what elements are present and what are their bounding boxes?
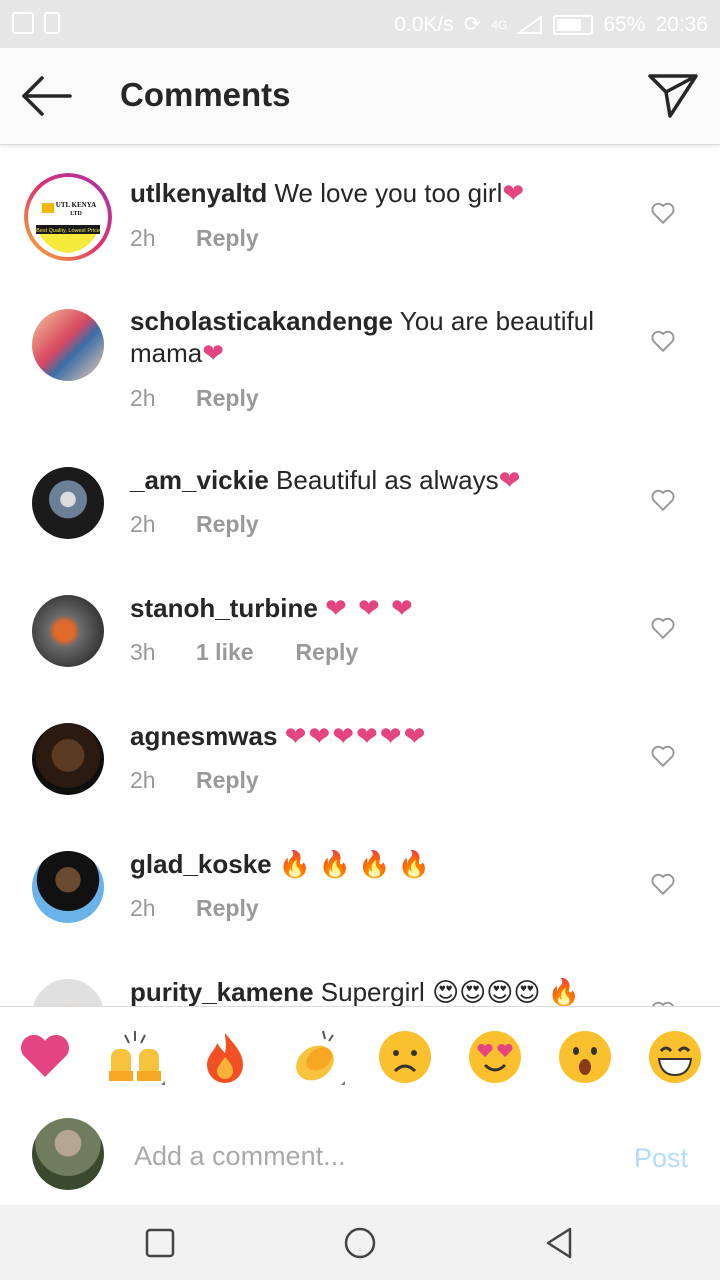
sync-icon: ⟳ xyxy=(463,13,482,36)
comment-time: 3h xyxy=(130,639,156,665)
heart-outline-icon[interactable] xyxy=(650,871,676,897)
app-header: Comments xyxy=(0,48,720,145)
comment-text: Beautiful as always xyxy=(276,465,499,495)
battery-icon xyxy=(553,14,594,35)
network-speed: 0.0K/s xyxy=(394,12,454,36)
comment-body: scholasticakandenge You are beautiful ma… xyxy=(130,305,630,369)
recent-apps-icon[interactable] xyxy=(142,1225,178,1261)
sad-face-emoji-icon[interactable] xyxy=(375,1027,435,1087)
comment-meta: 2h Reply xyxy=(130,767,259,794)
back-nav-icon[interactable] xyxy=(542,1225,578,1261)
comment-time: 2h xyxy=(130,385,156,411)
reply-button[interactable]: Reply xyxy=(196,895,259,922)
comment-username[interactable]: glad_koske xyxy=(130,849,272,879)
post-button[interactable]: Post xyxy=(634,1143,688,1174)
heart-emoji-icon[interactable] xyxy=(15,1027,75,1087)
comment-time: 2h xyxy=(130,895,156,921)
comment-username[interactable]: utlkenyaltd xyxy=(130,178,267,208)
current-user-avatar[interactable] xyxy=(32,1118,104,1190)
grinning-face-emoji-icon[interactable] xyxy=(645,1027,705,1087)
comment-body: stanoh_turbine ❤ ❤ ❤ xyxy=(130,592,630,624)
comment-meta: 3h 1 like Reply xyxy=(130,639,358,666)
heart-eyes-face-emoji-icon[interactable] xyxy=(465,1027,525,1087)
comment-emoji: ❤❤❤❤❤❤ xyxy=(284,721,428,751)
page-title: Comments xyxy=(120,76,291,113)
reply-button[interactable]: Reply xyxy=(196,767,259,794)
comment-time: 2h xyxy=(130,225,156,251)
comment-meta: 2h Reply xyxy=(130,511,259,538)
comment-meta: 2h Reply xyxy=(130,895,259,922)
comment-username[interactable]: scholasticakandenge xyxy=(130,306,393,336)
user-avatar[interactable] xyxy=(32,309,104,381)
system-nav-bar xyxy=(0,1205,720,1280)
heart-outline-icon[interactable] xyxy=(650,487,676,513)
user-avatar[interactable] xyxy=(32,595,104,667)
fire-emoji-icon[interactable] xyxy=(195,1027,255,1087)
comment-username[interactable]: purity_kamene xyxy=(130,977,314,1007)
reply-button[interactable]: Reply xyxy=(196,511,259,538)
gallery-notification-icon xyxy=(12,12,34,34)
svg-text:UTL KENYA: UTL KENYA xyxy=(56,201,96,209)
comment-input[interactable] xyxy=(132,1131,596,1181)
comment-username[interactable]: stanoh_turbine xyxy=(130,593,318,623)
comment-body: glad_koske 🔥 🔥 🔥 🔥 xyxy=(130,848,630,880)
user-avatar[interactable] xyxy=(32,851,104,923)
comment-body: agnesmwas ❤❤❤❤❤❤ xyxy=(130,720,630,752)
comment-username[interactable]: _am_vickie xyxy=(130,465,269,495)
user-avatar[interactable] xyxy=(32,979,104,1007)
sim-notification-icon xyxy=(44,12,60,34)
comment-emoji: 😍😍😍😍 🔥 xyxy=(432,977,581,1007)
comment-body: _am_vickie Beautiful as always❤ xyxy=(130,464,630,496)
comment-emoji: ❤ ❤ ❤ xyxy=(325,593,415,623)
comment-text: We love you too girl xyxy=(274,178,503,208)
utl-kenya-logo: UTL KENYA LTD Best Quality, Lowest Price xyxy=(24,173,112,261)
heart-outline-icon[interactable] xyxy=(650,615,676,641)
comment-body: purity_kamene Supergirl 😍😍😍😍 🔥 xyxy=(130,976,630,1007)
comment-text: Supergirl xyxy=(320,977,425,1007)
signal-icon xyxy=(517,14,543,34)
heart-outline-icon[interactable] xyxy=(650,743,676,769)
like-count[interactable]: 1 like xyxy=(196,639,254,666)
status-bar: 0.0K/s ⟳ 4G 65% 20:36 xyxy=(0,0,720,48)
network-type: 4G xyxy=(491,17,508,32)
reply-button[interactable]: Reply xyxy=(196,225,259,252)
svg-text:Best Quality, Lowest Price: Best Quality, Lowest Price xyxy=(36,228,100,234)
comment-body: utlkenyaltd We love you too girl❤ xyxy=(130,177,630,209)
back-arrow-icon[interactable] xyxy=(20,72,76,120)
clapping-hands-emoji-icon[interactable] xyxy=(285,1027,345,1087)
home-icon[interactable] xyxy=(342,1225,378,1261)
user-avatar[interactable]: UTL KENYA LTD Best Quality, Lowest Price xyxy=(24,173,112,261)
comment-emoji: ❤ xyxy=(498,465,523,495)
comment-emoji: 🔥 🔥 🔥 🔥 xyxy=(278,849,431,879)
user-avatar[interactable] xyxy=(32,467,104,539)
svg-text:LTD: LTD xyxy=(70,211,82,217)
heart-outline-icon[interactable] xyxy=(650,200,676,226)
comment-composer: Post xyxy=(0,1105,720,1205)
comment-time: 2h xyxy=(130,511,156,537)
reply-button[interactable]: Reply xyxy=(296,639,359,666)
quick-emoji-bar xyxy=(0,1006,720,1106)
heart-outline-icon[interactable] xyxy=(650,328,676,354)
surprised-face-emoji-icon[interactable] xyxy=(555,1027,615,1087)
comment-emoji: ❤ xyxy=(502,178,527,208)
raised-hands-emoji-icon[interactable] xyxy=(105,1027,165,1087)
direct-send-icon[interactable] xyxy=(646,70,700,120)
comment-meta: 2h Reply xyxy=(130,385,259,412)
comment-meta: 2h Reply xyxy=(130,225,259,252)
clock: 20:36 xyxy=(655,12,708,36)
comment-time: 2h xyxy=(130,767,156,793)
battery-level: 65% xyxy=(603,12,646,36)
user-avatar[interactable] xyxy=(32,723,104,795)
comment-list[interactable]: UTL KENYA LTD Best Quality, Lowest Price… xyxy=(0,145,720,1007)
reply-button[interactable]: Reply xyxy=(196,385,259,412)
comment-username[interactable]: agnesmwas xyxy=(130,721,277,751)
comment-emoji: ❤ xyxy=(202,338,227,368)
